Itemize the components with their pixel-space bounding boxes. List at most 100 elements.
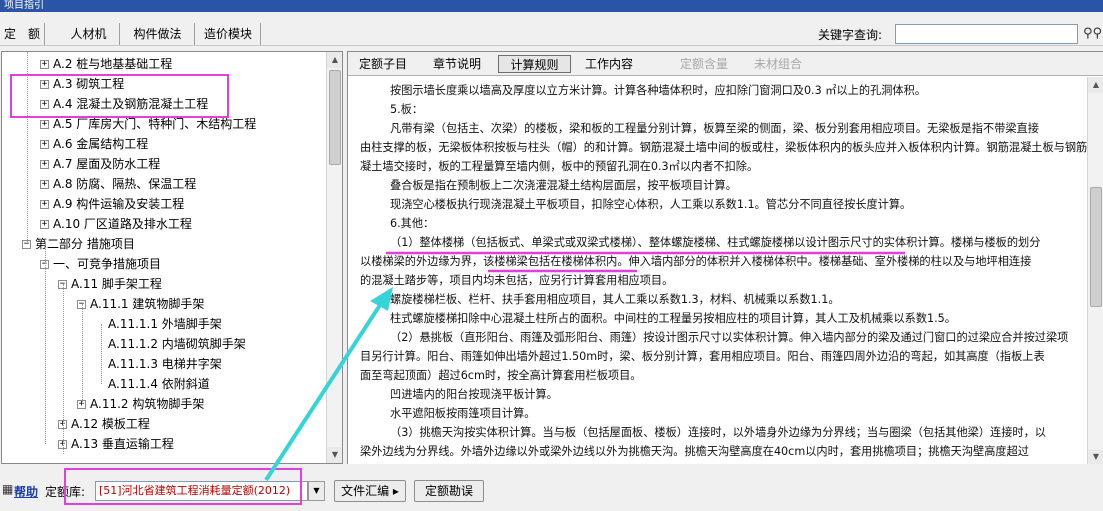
rule-text-line: 5.板： bbox=[390, 103, 424, 116]
tree-guide-line bbox=[45, 244, 46, 444]
tree-guide-line bbox=[82, 304, 83, 404]
tree-item-label: A.11.2 构筑物脚手架 bbox=[90, 397, 205, 411]
search-label: 关键字查询: bbox=[818, 28, 883, 42]
calc-rules-text: 按图示墙长度乘以墙高及厚度以立方米计算。计算各种墙体积时，应扣除门窗洞口及0.3… bbox=[348, 77, 1088, 464]
tree-item-label: A.2 桩与地基基础工程 bbox=[53, 57, 173, 71]
tab-component-method[interactable]: 构件做法 bbox=[121, 23, 195, 45]
tree-item[interactable]: − A.11 脚手架工程 bbox=[58, 274, 162, 294]
tree-item[interactable]: + A.10 厂区道路及排水工程 bbox=[40, 214, 192, 234]
expand-icon[interactable]: + bbox=[40, 160, 49, 169]
rule-text-line: 以楼梯梁的外边缘为界，该楼梯梁包括在楼梯体积内。伸入墙内部分的体积并入楼梯体积中… bbox=[360, 255, 1032, 268]
scroll-up-icon[interactable]: ▲ bbox=[327, 52, 342, 68]
tree-item[interactable]: + A.11.2 构筑物脚手架 bbox=[77, 394, 204, 414]
quota-errata-button[interactable]: 定额勘误 bbox=[414, 480, 484, 502]
tree-item[interactable]: − A.11.1 建筑物脚手架 bbox=[77, 294, 204, 314]
rule-text-line: 梁外边线为分界线。外墙外边缘以外或梁外边线以外为挑檐天沟。挑檐天沟壁高度在40c… bbox=[360, 445, 1029, 458]
tree-item[interactable]: A.11.1.3 电梯井字架 bbox=[96, 354, 222, 374]
help-link[interactable]: 帮助 bbox=[14, 483, 38, 500]
content-scroll-up-icon[interactable]: ▲ bbox=[1088, 77, 1103, 93]
tree-item[interactable]: + A.8 防腐、隔热、保温工程 bbox=[40, 174, 196, 194]
tab-cost-module[interactable]: 造价模块 bbox=[196, 23, 261, 45]
highlight-box-tree bbox=[10, 74, 229, 118]
chevron-down-icon[interactable]: ▼ bbox=[308, 481, 325, 501]
content-scrollbar[interactable]: ▲ ▼ bbox=[1087, 77, 1103, 464]
rule-text-line: 叠合板是指在预制板上二次浇灌混凝土结构层面层，按平板项目计算。 bbox=[390, 179, 737, 192]
expand-icon[interactable]: + bbox=[40, 140, 49, 149]
tab-chapter-notes[interactable]: 章节说明 bbox=[424, 55, 490, 73]
tree-item[interactable]: − 一、可竞争措施项目 bbox=[40, 254, 161, 274]
rule-text-line: （1）整体楼梯（包括板式、单梁式或双梁式楼梯）、整体螺旋楼梯、柱式螺旋楼梯以设计… bbox=[390, 236, 1041, 249]
rule-text-line: 螺旋楼梯栏板、栏杆、扶手套用相应项目，其人工乘以系数1.3，材料、机械乘以系数1… bbox=[390, 293, 840, 306]
detail-panel: 定额子目 章节说明 计算规则 工作内容 定额含量 未材组合 按图示墙长度乘以墙高… bbox=[347, 51, 1103, 464]
expand-icon[interactable]: + bbox=[40, 60, 49, 69]
tree-item[interactable]: A.11.1.1 外墙脚手架 bbox=[96, 314, 222, 334]
tab-work-content[interactable]: 工作内容 bbox=[576, 55, 642, 73]
tab-quota-items[interactable]: 定额子目 bbox=[350, 55, 416, 73]
tab-material-combo[interactable]: 未材组合 bbox=[745, 55, 811, 73]
tree-item[interactable]: + A.12 模板工程 bbox=[58, 414, 150, 434]
tree-item-label: A.11.1.1 外墙脚手架 bbox=[108, 317, 222, 331]
detail-tabs: 定额子目 章节说明 计算规则 工作内容 定额含量 未材组合 bbox=[348, 52, 1103, 76]
rule-text-line: （2）悬挑板（直形阳台、雨篷及弧形阳台、雨篷）按设计图示尺寸以实体积计算。伸入墙… bbox=[390, 331, 1069, 344]
highlight-box-library bbox=[64, 468, 302, 505]
tree-guide-line bbox=[63, 284, 64, 454]
tree-item[interactable]: − 第二部分 措施项目 bbox=[22, 234, 135, 254]
tree-item-label: 第二部分 措施项目 bbox=[35, 237, 135, 251]
tree-scroll-thumb[interactable] bbox=[329, 70, 341, 165]
expand-icon[interactable]: + bbox=[40, 220, 49, 229]
tree-item[interactable]: A.11.1.4 依附斜道 bbox=[96, 374, 210, 394]
rule-text-line: 的混凝土踏步等，项目内均未包括，应另行计算套用相应项目。 bbox=[360, 274, 674, 287]
expand-icon[interactable]: + bbox=[40, 200, 49, 209]
tree-item-label: A.5 厂库房大门、特种门、木结构工程 bbox=[53, 117, 257, 131]
rule-text-line: 面至弯起顶面）超过6cm时，按全高计算套用栏板项目。 bbox=[360, 369, 642, 382]
binoculars-icon[interactable]: ⚲⚲ bbox=[1083, 26, 1102, 42]
search-input[interactable] bbox=[895, 24, 1078, 44]
tree-item-label: A.11 脚手架工程 bbox=[71, 277, 162, 291]
tree-item-label: A.11.1.2 内墙砌筑脚手架 bbox=[108, 337, 246, 351]
rule-text-line: 凡带有梁（包括主、次梁）的楼板，梁和板的工程量分别计算，板算至梁的侧面，梁、板分… bbox=[390, 122, 1039, 135]
tree-item-label: A.8 防腐、隔热、保温工程 bbox=[53, 177, 197, 191]
tree-item[interactable]: + A.2 桩与地基基础工程 bbox=[40, 54, 172, 74]
top-toolbar: 定 额 人材机 构件做法 造价模块 关键字查询: ⚲⚲ bbox=[0, 22, 1103, 46]
tab-quota-content[interactable]: 定额含量 bbox=[671, 55, 737, 73]
tab-quota[interactable]: 定 额 bbox=[0, 23, 45, 45]
tree-item-label: 一、可竞争措施项目 bbox=[53, 257, 162, 271]
tree-item-label: A.7 屋面及防水工程 bbox=[53, 157, 161, 171]
rule-text-line: 水平遮阳板按雨篷项目计算。 bbox=[390, 407, 536, 420]
tree-item[interactable]: A.11.1.2 内墙砌筑脚手架 bbox=[96, 334, 246, 354]
file-compilation-button[interactable]: 文件汇编 ▸ bbox=[334, 480, 406, 502]
tree-item-label: A.10 厂区道路及排水工程 bbox=[53, 217, 192, 231]
window-title: 项目指引 bbox=[0, 0, 1103, 12]
content-scroll-thumb[interactable] bbox=[1090, 187, 1102, 307]
tree-scrollbar[interactable]: ▲ ▼ bbox=[326, 52, 342, 463]
rule-text-line: 6.其他： bbox=[390, 217, 435, 230]
project-guide-window: 项目指引 定 额 人材机 构件做法 造价模块 关键字查询: ⚲⚲ + A.2 桩与… bbox=[0, 0, 1103, 511]
tree-item[interactable]: + A.13 垂直运输工程 bbox=[58, 434, 174, 454]
rule-text-line: 由柱支撑的板，无梁板体积按板与柱头（帽）的和计算。钢筋混凝土墙中间的板或柱，梁板… bbox=[360, 141, 1088, 154]
rule-text-line: 凹进墙内的阳台按现浇平板计算。 bbox=[390, 388, 558, 401]
tree-item[interactable]: + A.7 屋面及防水工程 bbox=[40, 154, 160, 174]
rule-text-line: 凝土墙交接时，板的工程量算至墙内侧，板中的预留孔洞在0.3㎡以内者不扣除。 bbox=[360, 160, 759, 173]
rule-text-line: 目另行计算。阳台、雨篷如伸出墙外超过1.50m时，梁、板分别计算，套用相应项目。… bbox=[360, 350, 1045, 363]
help-icon[interactable]: ▦ bbox=[2, 483, 14, 495]
tree-item[interactable]: + A.6 金属结构工程 bbox=[40, 134, 148, 154]
tree-item-label: A.11.1.3 电梯井字架 bbox=[108, 357, 222, 371]
tree-item-label: A.6 金属结构工程 bbox=[53, 137, 149, 151]
rule-text-line: （3）挑檐天沟按实体积计算。当与板（包括屋面板、楼板）连接时，以外墙身外边缘为分… bbox=[390, 426, 1046, 439]
tab-labor-material-machine[interactable]: 人材机 bbox=[58, 23, 120, 45]
expand-icon[interactable]: + bbox=[40, 180, 49, 189]
tree-item-label: A.13 垂直运输工程 bbox=[71, 437, 174, 451]
rule-text-line: 柱式螺旋楼梯扣除中心混凝土柱所占的面积。中间柱的工程量另按相应柱的项目计算，其人… bbox=[390, 312, 956, 325]
tree-item-label: A.11.1 建筑物脚手架 bbox=[90, 297, 205, 311]
tree-item-label: A.9 构件运输及安装工程 bbox=[53, 197, 185, 211]
content-scroll-down-icon[interactable]: ▼ bbox=[1088, 449, 1103, 464]
scroll-down-icon[interactable]: ▼ bbox=[327, 447, 342, 463]
tree-guide-line bbox=[101, 324, 102, 384]
rule-text-line: 现浇空心楼板执行现浇混凝土平板项目，扣除空心体积，人工乘以系数1.1。管芯分不同… bbox=[390, 198, 912, 211]
tab-calc-rules[interactable]: 计算规则 bbox=[498, 55, 571, 73]
tree-item-label: A.12 模板工程 bbox=[71, 417, 150, 431]
rule-text-line: 按图示墙长度乘以墙高及厚度以立方米计算。计算各种墙体积时，应扣除门窗洞口及0.3… bbox=[390, 84, 926, 97]
tree-item-label: A.11.1.4 依附斜道 bbox=[108, 377, 210, 391]
expand-icon[interactable]: + bbox=[40, 120, 49, 129]
tree-item[interactable]: + A.9 构件运输及安装工程 bbox=[40, 194, 184, 214]
